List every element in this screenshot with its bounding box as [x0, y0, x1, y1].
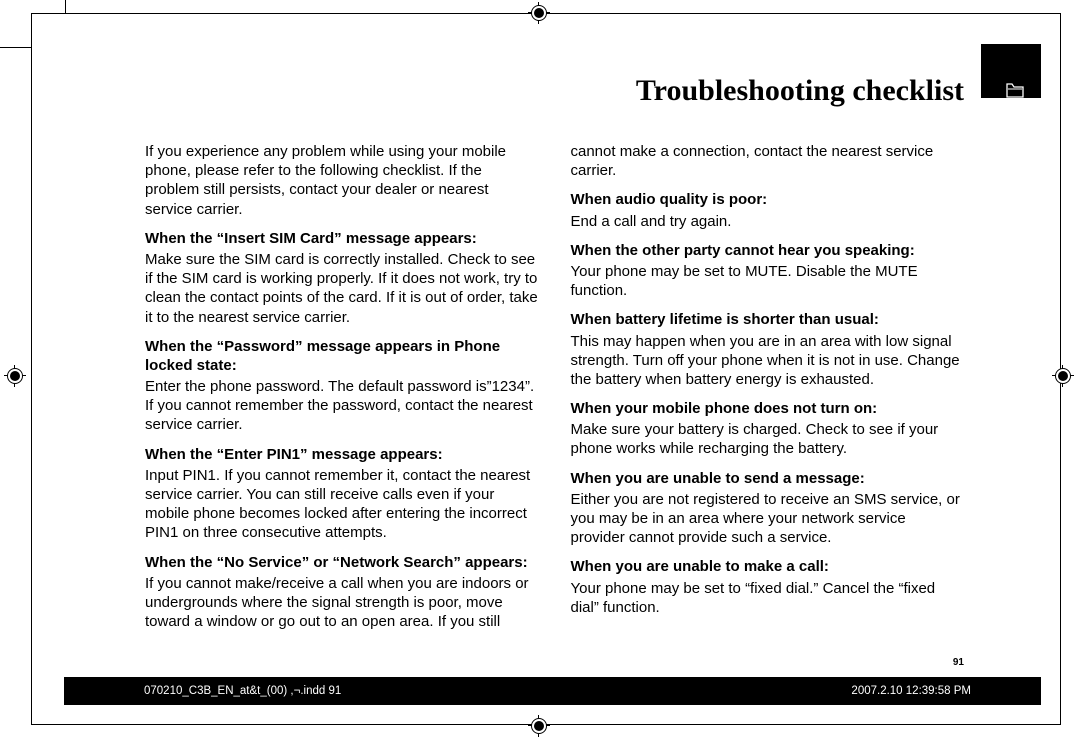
section-body: Either you are not registered to receive…: [571, 490, 965, 548]
section-body: Your phone may be set to “fixed dial.” C…: [571, 579, 965, 617]
section-title: When the other party cannot hear you spe…: [571, 241, 965, 260]
intro-paragraph: If you experience any problem while usin…: [145, 142, 539, 219]
page-frame: Troubleshooting checklist If you experie…: [31, 13, 1061, 725]
section-title: When the “Password” message appears in P…: [145, 337, 539, 375]
section-title: When the “Insert SIM Card” message appea…: [145, 229, 539, 248]
section-body: This may happen when you are in an area …: [571, 332, 965, 390]
section-body: Make sure your battery is charged. Check…: [571, 420, 965, 458]
registration-mark-icon: [4, 365, 26, 387]
section-body: Input PIN1. If you cannot remember it, c…: [145, 466, 539, 543]
section-title: When the “No Service” or “Network Search…: [145, 553, 539, 572]
tab-folder-icon: [1006, 83, 1024, 98]
chapter-title: Troubleshooting checklist: [636, 74, 964, 108]
section-body: Your phone may be set to MUTE. Disable t…: [571, 262, 965, 300]
body-content: If you experience any problem while usin…: [145, 142, 964, 648]
page-number: 91: [953, 657, 964, 668]
section-title: When audio quality is poor:: [571, 190, 965, 209]
section-title: When your mobile phone does not turn on:: [571, 399, 965, 418]
footer-left: 070210_C3B_EN_at&t_(00) ,¬.indd 91: [144, 685, 341, 697]
section-title: When battery lifetime is shorter than us…: [571, 310, 965, 329]
section-body: End a call and try again.: [571, 212, 965, 231]
section-title: When the “Enter PIN1” message appears:: [145, 445, 539, 464]
registration-mark-icon: [528, 715, 550, 737]
section-body: Make sure the SIM card is correctly inst…: [145, 250, 539, 327]
section-body: Enter the phone password. The default pa…: [145, 377, 539, 435]
crop-mark-v: [65, 0, 66, 13]
registration-mark-icon: [528, 2, 550, 24]
registration-mark-icon: [1052, 365, 1074, 387]
crop-mark-h: [0, 47, 31, 48]
section-title: When you are unable to send a message:: [571, 469, 965, 488]
footer-right: 2007.2.10 12:39:58 PM: [851, 685, 971, 697]
footer-bar: 070210_C3B_EN_at&t_(00) ,¬.indd 91 2007.…: [64, 677, 1041, 705]
section-title: When you are unable to make a call:: [571, 557, 965, 576]
